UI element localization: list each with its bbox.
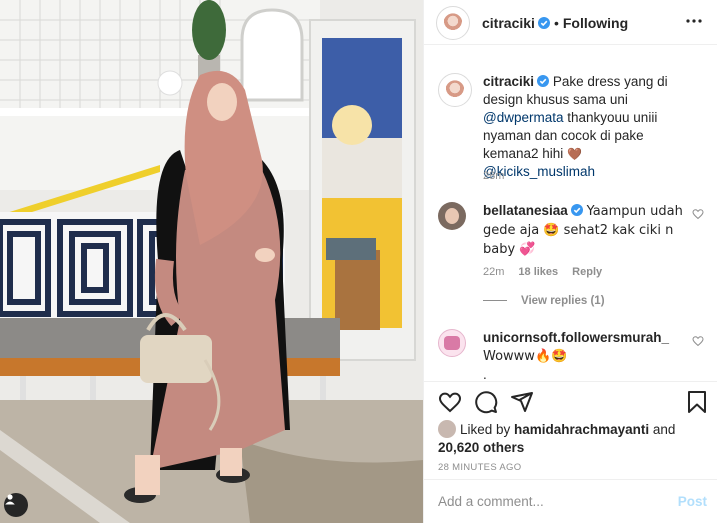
comment-item: unicornsoft.followersmurah_ Wowww🔥🤩 . — [438, 329, 704, 381]
heart-emoji: 🤎 — [567, 147, 583, 161]
view-replies-label: View replies (1) — [521, 295, 605, 307]
verified-badge-icon — [537, 75, 550, 87]
caption-avatar[interactable] — [438, 73, 472, 107]
separator: • — [553, 15, 559, 31]
user-tag-icon[interactable] — [4, 493, 28, 517]
liker-avatar[interactable] — [438, 420, 456, 438]
comment-composer: Add a comment... Post — [424, 479, 717, 524]
share-icon[interactable] — [510, 390, 534, 414]
comment-time: 22m — [483, 266, 505, 278]
caption-username[interactable]: citraciki — [483, 74, 534, 89]
comment-input[interactable]: Add a comment... — [438, 494, 544, 509]
avatar-image — [445, 80, 465, 100]
liked-others[interactable]: 20,620 others — [438, 440, 524, 455]
heart-icon[interactable] — [692, 208, 704, 220]
post-header: citraciki • Following — [424, 0, 717, 45]
comment-text: bellatanesiaa Yaampun udah gede aja 🤩 se… — [483, 202, 683, 259]
liked-prefix: Liked by — [460, 422, 515, 437]
commenter-username[interactable]: bellatanesiaa — [483, 203, 568, 218]
more-options-icon[interactable] — [685, 12, 703, 30]
commenter-username[interactable]: unicornsoft.followersmurah_ — [483, 330, 669, 345]
caption-meta: 28m — [483, 170, 518, 182]
reply-button[interactable]: Reply — [572, 266, 602, 278]
liked-and: and — [649, 422, 676, 437]
caption-text: citraciki Pake dress yang di design khus… — [483, 73, 683, 181]
post-photo[interactable] — [0, 0, 423, 523]
commenter-avatar[interactable] — [438, 329, 466, 357]
avatar[interactable] — [436, 6, 470, 40]
comment-likes[interactable]: 18 likes — [518, 266, 558, 278]
post-actions: Liked by hamidahrachmayanti and 20,620 o… — [424, 381, 717, 480]
avatar-image — [443, 13, 463, 33]
post-button[interactable]: Post — [678, 494, 707, 509]
replies-line — [483, 300, 507, 302]
photo-illustration — [0, 0, 423, 523]
heart-icon[interactable] — [692, 335, 704, 347]
commenter-avatar[interactable] — [438, 202, 466, 230]
liker-username[interactable]: hamidahrachmayanti — [514, 422, 649, 437]
likes-summary: Liked by hamidahrachmayanti and 20,620 o… — [438, 420, 698, 457]
heart-icon[interactable] — [438, 390, 462, 414]
caption-time: 28m — [483, 170, 505, 182]
comment-body: Wowww🔥🤩 — [483, 349, 568, 364]
comment-extra: . — [483, 367, 487, 381]
caption: citraciki Pake dress yang di design khus… — [438, 73, 704, 193]
comment-item: bellatanesiaa Yaampun udah gede aja 🤩 se… — [438, 202, 704, 312]
post-timestamp[interactable]: 28 MINUTES AGO — [438, 462, 521, 473]
mention-link[interactable]: @dwpermata — [483, 110, 564, 125]
comment-text: unicornsoft.followersmurah_ Wowww🔥🤩 . — [483, 329, 693, 381]
author-username[interactable]: citraciki — [482, 15, 535, 31]
verified-badge-icon — [570, 204, 583, 216]
verified-badge-icon — [537, 17, 550, 29]
bookmark-icon[interactable] — [685, 390, 709, 414]
post-sidebar: citraciki • Following citraciki Pake dress… — [424, 0, 717, 523]
view-replies-button[interactable]: View replies (1) — [483, 295, 605, 307]
following-button[interactable]: Following — [563, 15, 628, 31]
comment-meta: 22m 18 likes Reply — [483, 266, 616, 278]
comment-icon[interactable] — [474, 390, 498, 414]
comments-list: citraciki Pake dress yang di design khus… — [424, 61, 717, 381]
